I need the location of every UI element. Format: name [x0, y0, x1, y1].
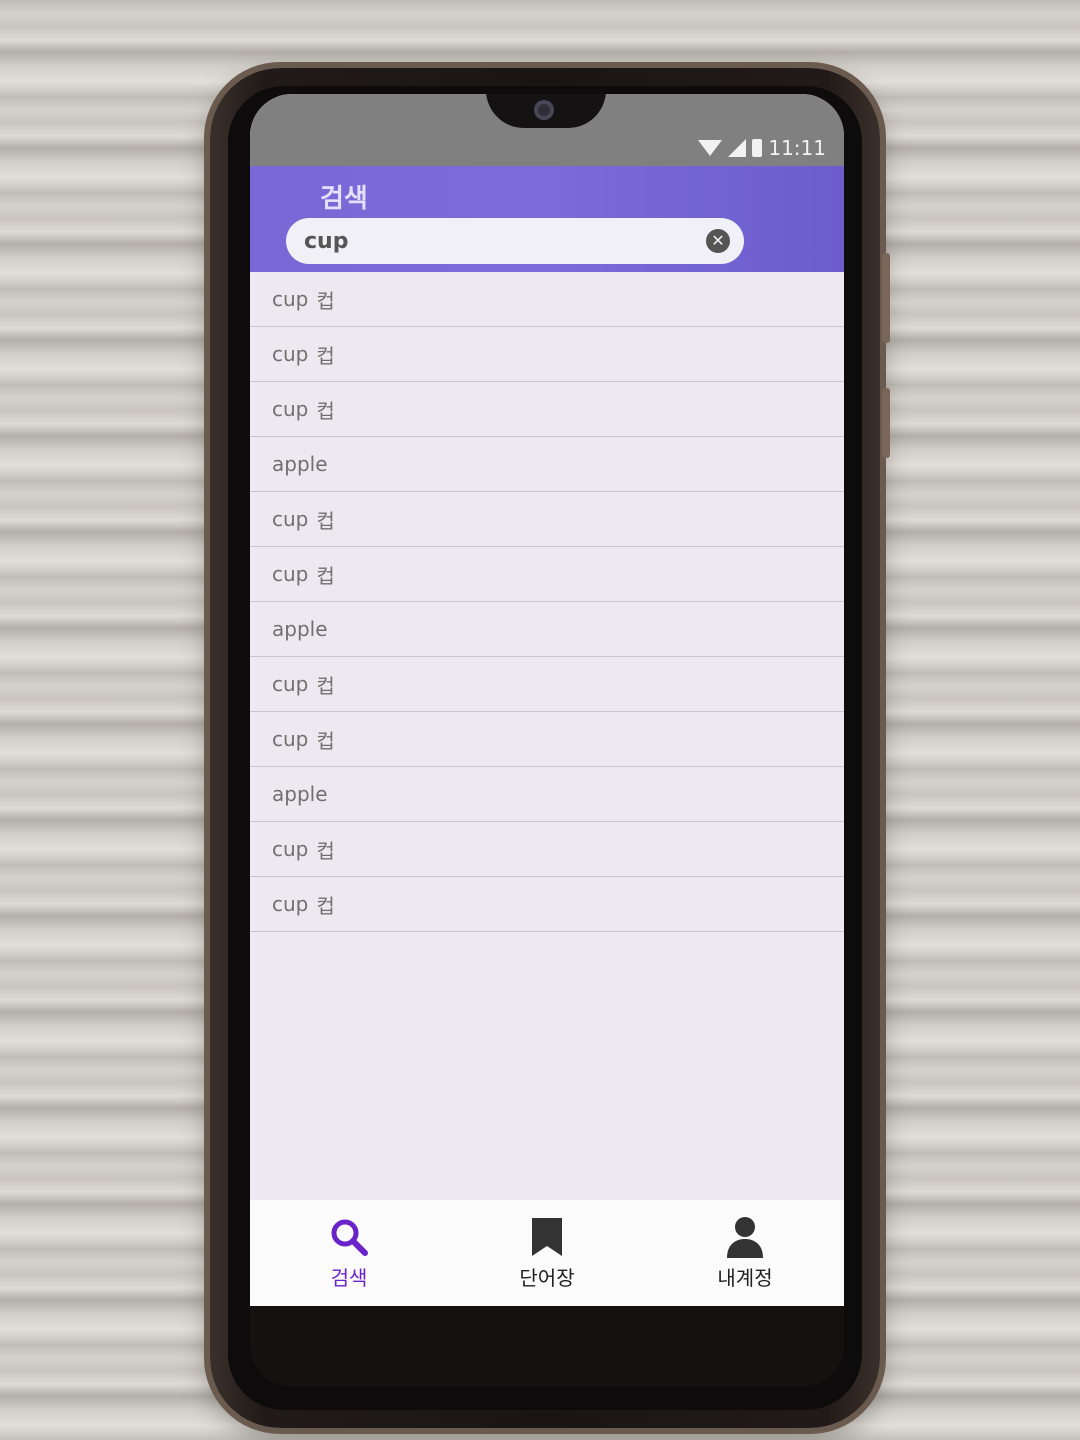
search-icon [329, 1216, 369, 1258]
front-camera [534, 100, 554, 120]
list-item[interactable]: cup 컵 [250, 712, 844, 767]
result-word: cup [272, 287, 309, 311]
person-icon [726, 1216, 764, 1258]
volume-button [882, 253, 890, 343]
list-item[interactable]: cup 컵 [250, 492, 844, 547]
result-word: cup [272, 672, 309, 696]
page-title: 검색 [320, 184, 368, 214]
bottom-navigation: 검색 단어장 내계정 [250, 1200, 844, 1306]
list-item[interactable]: cup 컵 [250, 382, 844, 437]
list-item[interactable]: cup 컵 [250, 657, 844, 712]
list-item[interactable]: apple [250, 437, 844, 492]
nav-item-search[interactable]: 검색 [250, 1200, 448, 1306]
search-input-value: cup [304, 228, 349, 254]
result-meaning: 컵 [316, 343, 335, 368]
list-item[interactable]: cup 컵 [250, 272, 844, 327]
result-word: cup [272, 837, 309, 861]
clear-search-button[interactable]: ✕ [706, 229, 730, 253]
list-item[interactable]: cup 컵 [250, 547, 844, 602]
result-word: cup [272, 727, 309, 751]
list-item[interactable]: apple [250, 767, 844, 822]
bookmark-icon [530, 1216, 564, 1258]
signal-icon [728, 139, 747, 157]
power-button [882, 388, 890, 458]
list-item[interactable]: apple [250, 602, 844, 657]
result-meaning: 컵 [316, 728, 335, 753]
result-meaning: 컵 [316, 563, 335, 588]
list-item[interactable]: cup 컵 [250, 327, 844, 382]
search-result-list: cup 컵 cup 컵 cup 컵 apple cup 컵 cup 컵 appl… [250, 272, 844, 932]
status-time: 11:11 [768, 136, 826, 160]
nav-item-wordbook[interactable]: 단어장 [448, 1200, 646, 1306]
result-word: cup [272, 507, 309, 531]
nav-label: 내계정 [717, 1265, 773, 1290]
result-word: apple [272, 782, 328, 806]
battery-icon [752, 139, 763, 157]
result-word: cup [272, 892, 309, 916]
phone-screen: 11:11 검색 cup ✕ cup 컵 cup 컵 cup 컵 apple c… [250, 94, 844, 1306]
result-word: apple [272, 452, 328, 476]
status-icons: 11:11 [698, 136, 826, 160]
result-word: cup [272, 342, 309, 366]
search-input[interactable]: cup ✕ [286, 218, 744, 264]
nav-label: 검색 [330, 1265, 368, 1290]
nav-item-account[interactable]: 내계정 [646, 1200, 844, 1306]
list-item[interactable]: cup 컵 [250, 822, 844, 877]
result-word: cup [272, 562, 309, 586]
list-item[interactable]: cup 컵 [250, 877, 844, 932]
result-meaning: 컵 [316, 508, 335, 533]
result-meaning: 컵 [316, 398, 335, 423]
result-word: cup [272, 397, 309, 421]
close-icon: ✕ [711, 231, 725, 250]
result-word: apple [272, 617, 328, 641]
result-meaning: 컵 [316, 838, 335, 863]
nav-label: 단어장 [519, 1265, 575, 1290]
result-meaning: 컵 [316, 893, 335, 918]
app-bar: 검색 cup ✕ [250, 166, 844, 272]
wifi-icon [698, 140, 723, 156]
phone-device: 11:11 검색 cup ✕ cup 컵 cup 컵 cup 컵 apple c… [210, 68, 890, 1428]
result-meaning: 컵 [316, 673, 335, 698]
result-meaning: 컵 [316, 288, 335, 313]
phone-chin [250, 1306, 844, 1386]
